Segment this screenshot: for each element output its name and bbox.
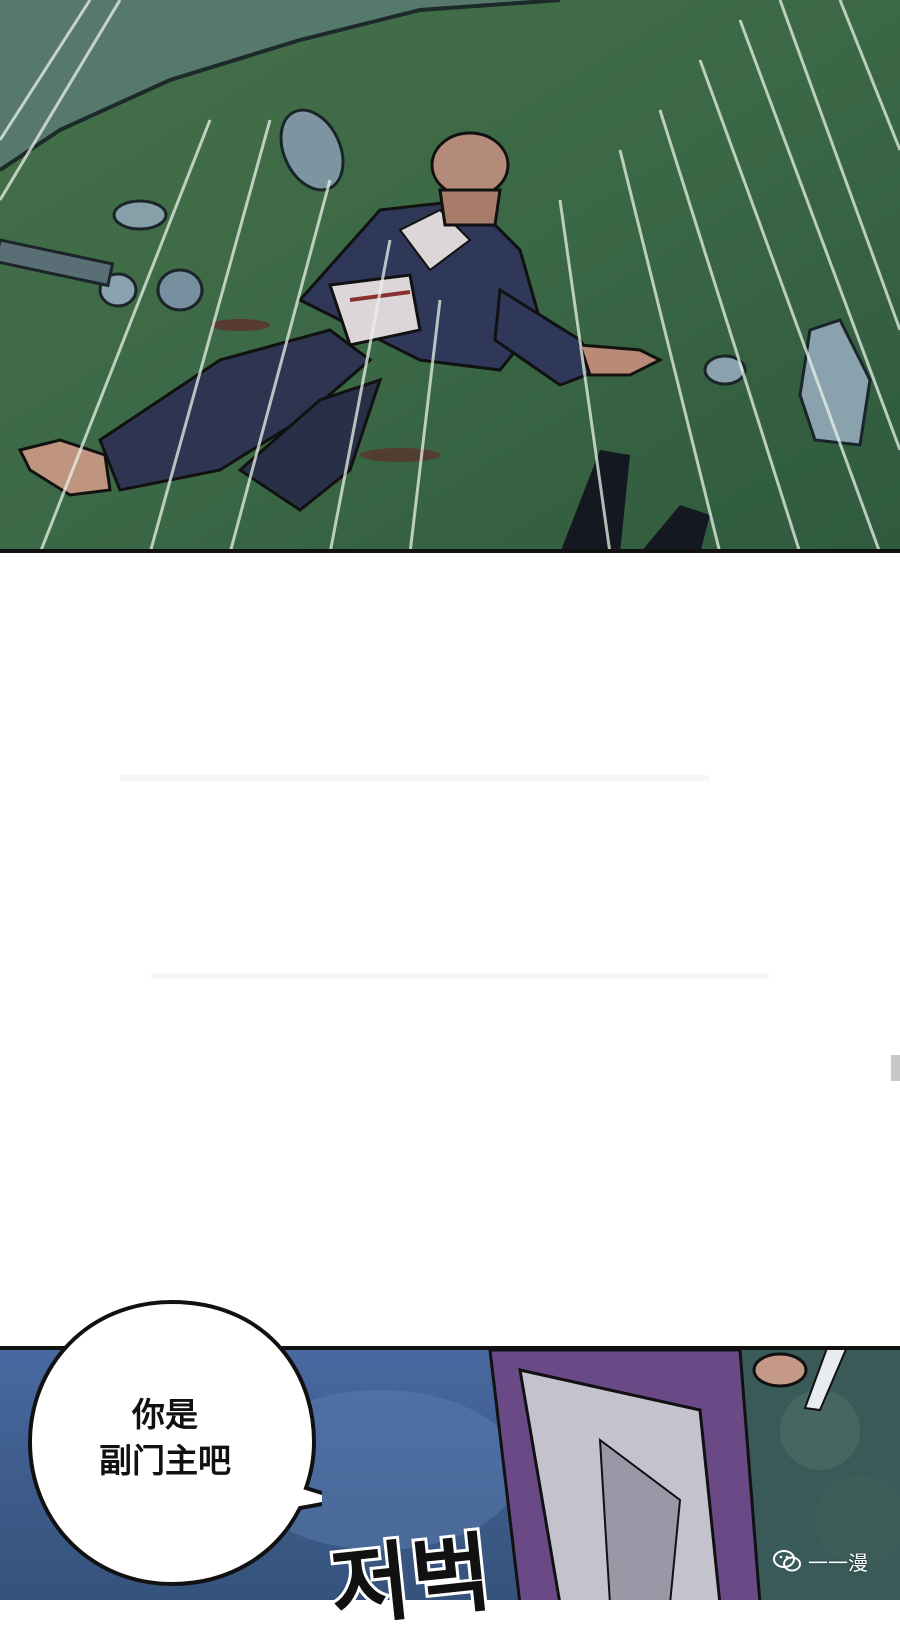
fallen-man-illustration <box>0 0 900 549</box>
panel-gutter <box>0 553 900 1346</box>
wechat-icon <box>773 1550 801 1572</box>
speech-line-1: 你是 <box>132 1395 198 1434</box>
footstep-sound-effect: 저벅 <box>323 1520 501 1642</box>
speech-bubble-text: 你是 副门主吧 <box>60 1392 270 1484</box>
faint-divider <box>150 973 770 979</box>
comic-panel-fallen-man <box>0 0 900 553</box>
watermark: 一一漫 <box>772 1546 868 1576</box>
scroll-indicator[interactable] <box>891 1055 900 1081</box>
faint-divider <box>120 775 710 781</box>
watermark-text: 一一漫 <box>808 1550 868 1575</box>
speech-line-2: 副门主吧 <box>99 1441 231 1480</box>
